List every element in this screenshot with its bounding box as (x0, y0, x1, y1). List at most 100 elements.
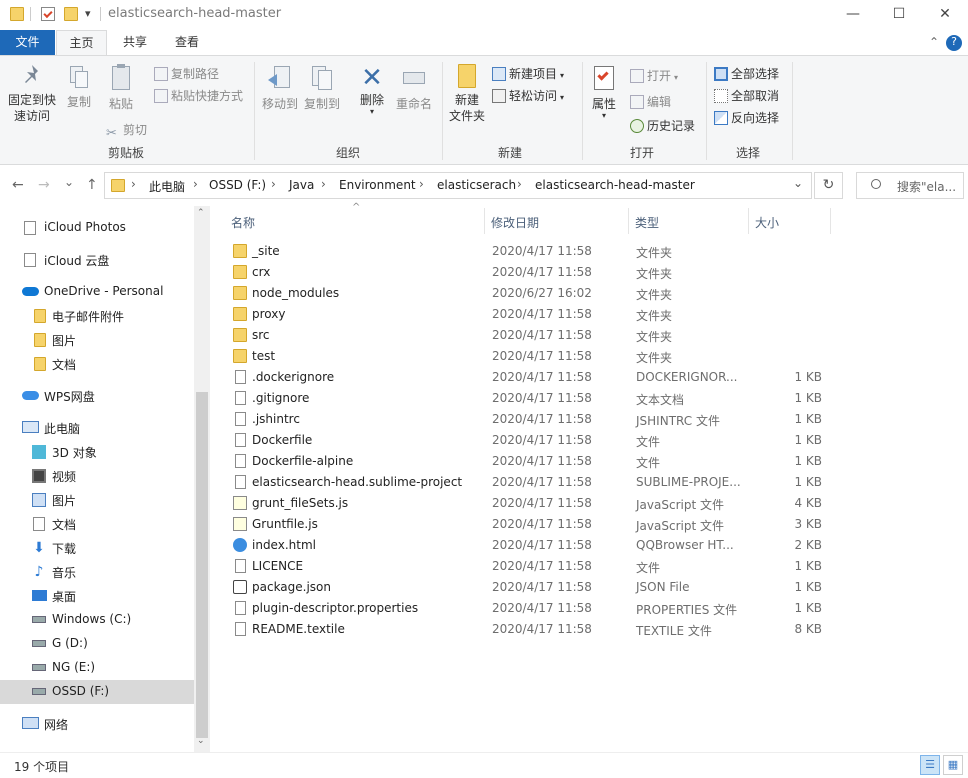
nav-item-label: NG (E:) (52, 660, 96, 674)
forward-button[interactable]: → (38, 177, 50, 193)
nav-item-drive-c[interactable]: Windows (C:) (0, 608, 194, 632)
properties-button[interactable]: 属性 ▾ (588, 64, 620, 120)
copy-path-button[interactable]: 复制路径 (154, 65, 219, 82)
recent-locations-button[interactable]: ⌄ (64, 175, 74, 189)
nav-item-drive-d[interactable]: G (D:) (0, 632, 194, 656)
file-row[interactable]: .dockerignore 2020/4/17 11:58 DOCKERIGNOR.… (230, 367, 830, 388)
open-button[interactable]: 打开 ▾ (630, 67, 678, 84)
nav-item-videos[interactable]: 视频 (0, 464, 194, 488)
nav-item-documents[interactable]: 文档 (0, 512, 194, 536)
address-dropdown-button[interactable]: ⌄ (793, 176, 803, 190)
cut-button[interactable]: ✂ 剪切 (106, 121, 147, 141)
paste-button[interactable]: 粘贴 (104, 64, 138, 112)
move-to-button[interactable]: 移动到 (260, 64, 300, 112)
delete-button[interactable]: ✕ 删除 ▾ (354, 64, 390, 116)
file-row[interactable]: plugin-descriptor.properties 2020/4/17 11… (230, 598, 830, 619)
nav-item-wps-drive[interactable]: WPS网盘 (0, 384, 194, 408)
scroll-up-button[interactable]: ⌃ (197, 208, 205, 218)
scrollbar-thumb[interactable] (196, 392, 208, 738)
customize-quick-access-button[interactable]: ▾ (85, 7, 99, 21)
nav-item-downloads[interactable]: ⬇ 下载 (0, 536, 194, 560)
select-all-button[interactable]: 全部选择 (714, 65, 779, 82)
column-header-size[interactable]: 大小 (755, 214, 779, 231)
nav-item-onedrive-documents[interactable]: 文档 (0, 352, 194, 376)
nav-item-network[interactable]: 网络 (0, 712, 194, 736)
refresh-button[interactable]: ↻ (814, 172, 843, 199)
collapse-ribbon-button[interactable]: ⌃ (926, 30, 942, 55)
file-row[interactable]: package.json 2020/4/17 11:58 JSON File 1 KB (230, 577, 830, 598)
breadcrumb-this-pc[interactable]: 此电脑 (149, 178, 185, 195)
breadcrumb-environment[interactable]: Environment (339, 178, 416, 192)
column-divider[interactable] (748, 208, 749, 234)
tab-share[interactable]: 共享 (112, 30, 158, 55)
nav-item-this-pc[interactable]: 此电脑 (0, 416, 194, 440)
column-header-date[interactable]: 修改日期 (491, 214, 539, 231)
nav-item-drive-f[interactable]: OSSD (F:) (0, 680, 194, 704)
paste-shortcut-button[interactable]: 粘贴快捷方式 (154, 87, 243, 104)
select-none-button[interactable]: 全部取消 (714, 87, 779, 104)
new-item-button[interactable]: 新建项目 ▾ (492, 65, 564, 82)
copy-button[interactable]: 复制 (62, 64, 96, 110)
search-input[interactable]: 搜索"ela... (856, 172, 964, 199)
file-row[interactable]: crx 2020/4/17 11:58 文件夹 (230, 262, 830, 283)
file-row[interactable]: grunt_fileSets.js 2020/4/17 11:58 JavaScri… (230, 493, 830, 514)
details-view-button[interactable]: ☰ (920, 755, 940, 775)
address-bar[interactable]: › 此电脑 › OSSD (F:) › Java › Environment ›… (104, 172, 812, 199)
file-row[interactable]: _site 2020/4/17 11:58 文件夹 (230, 241, 830, 262)
breadcrumb-java[interactable]: Java (289, 178, 314, 192)
nav-item-onedrive-pictures[interactable]: 图片 (0, 328, 194, 352)
column-header-type[interactable]: 类型 (635, 214, 659, 231)
file-row[interactable]: elasticsearch-head.sublime-project 2020/4… (230, 472, 830, 493)
tab-home[interactable]: 主页 (56, 30, 107, 56)
file-row[interactable]: Dockerfile 2020/4/17 11:58 文件 1 KB (230, 430, 830, 451)
back-button[interactable]: ← (12, 177, 24, 193)
nav-item-icloud-drive[interactable]: iCloud 云盘 (0, 248, 194, 272)
file-row[interactable]: Gruntfile.js 2020/4/17 11:58 JavaScript 文件… (230, 514, 830, 535)
minimize-button[interactable]: — (830, 0, 876, 30)
edit-button[interactable]: 编辑 (630, 93, 671, 110)
nav-item-icloud-photos[interactable]: iCloud Photos (0, 216, 194, 240)
copy-to-button[interactable]: 复制到 (302, 64, 342, 112)
nav-item-drive-e[interactable]: NG (E:) (0, 656, 194, 680)
history-button[interactable]: 历史记录 (630, 117, 695, 134)
file-row[interactable]: test 2020/4/17 11:58 文件夹 (230, 346, 830, 367)
column-divider[interactable] (484, 208, 485, 234)
nav-item-onedrive[interactable]: OneDrive - Personal (0, 280, 194, 304)
new-folder-button[interactable]: 新建 文件夹 (446, 64, 488, 124)
nav-scrollbar[interactable]: ⌃ ⌄ (194, 206, 210, 752)
column-divider[interactable] (830, 208, 831, 234)
file-row[interactable]: Dockerfile-alpine 2020/4/17 11:58 文件 1 KB (230, 451, 830, 472)
column-divider[interactable] (628, 208, 629, 234)
rename-button[interactable]: 重命名 (394, 64, 434, 112)
column-header-name[interactable]: 名称 (231, 214, 255, 231)
up-button[interactable]: ↑ (86, 177, 98, 193)
properties-icon[interactable] (41, 7, 55, 21)
file-row[interactable]: index.html 2020/4/17 11:58 QQBrowser HT...… (230, 535, 830, 556)
file-row[interactable]: node_modules 2020/6/27 16:02 文件夹 (230, 283, 830, 304)
nav-item-pictures[interactable]: 图片 (0, 488, 194, 512)
nav-item-3d-objects[interactable]: 3D 对象 (0, 440, 194, 464)
breadcrumb-current-folder[interactable]: elasticsearch-head-master (535, 178, 695, 192)
file-row[interactable]: LICENCE 2020/4/17 11:58 文件 1 KB (230, 556, 830, 577)
tab-file[interactable]: 文件 (0, 30, 55, 55)
pin-to-quick-access-button[interactable]: 固定到快 速访问 (4, 62, 60, 124)
file-row[interactable]: proxy 2020/4/17 11:58 文件夹 (230, 304, 830, 325)
invert-selection-button[interactable]: 反向选择 (714, 109, 779, 126)
breadcrumb-elasticserach[interactable]: elasticserach (437, 178, 516, 192)
file-row[interactable]: README.textile 2020/4/17 11:58 TEXTILE 文件 8… (230, 619, 830, 640)
easy-access-button[interactable]: 轻松访问 ▾ (492, 87, 564, 104)
nav-item-desktop[interactable]: 桌面 (0, 584, 194, 608)
nav-item-email-attachments[interactable]: 电子邮件附件 (0, 304, 194, 328)
large-icons-view-button[interactable]: ▦ (943, 755, 963, 775)
file-row[interactable]: .jshintrc 2020/4/17 11:58 JSHINTRC 文件 1 KB (230, 409, 830, 430)
nav-item-music[interactable]: ♪ 音乐 (0, 560, 194, 584)
maximize-button[interactable]: ☐ (876, 0, 922, 30)
close-button[interactable]: ✕ (922, 0, 968, 30)
new-folder-icon[interactable] (64, 7, 78, 21)
tab-view[interactable]: 查看 (164, 30, 210, 55)
file-row[interactable]: src 2020/4/17 11:58 文件夹 (230, 325, 830, 346)
help-button[interactable]: ? (946, 35, 962, 51)
scroll-down-button[interactable]: ⌄ (197, 736, 205, 746)
breadcrumb-drive[interactable]: OSSD (F:) (209, 178, 266, 192)
file-row[interactable]: .gitignore 2020/4/17 11:58 文本文档 1 KB (230, 388, 830, 409)
